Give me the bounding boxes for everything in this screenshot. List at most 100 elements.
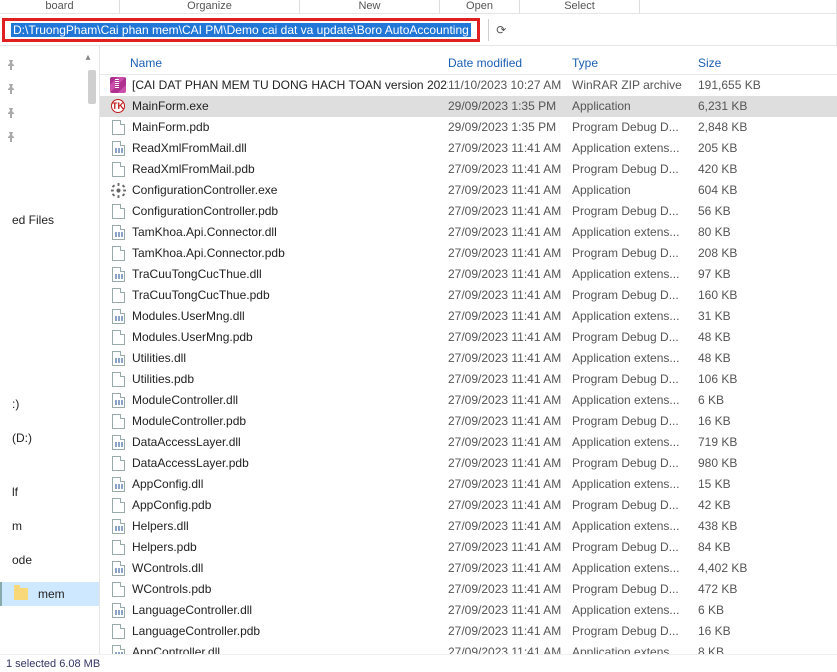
col-header-date[interactable]: Date modified <box>448 56 572 70</box>
ribbon-group-new: New <box>300 0 440 13</box>
file-size: 719 KB <box>698 435 837 449</box>
file-row[interactable]: Modules.UserMng.dll27/09/2023 11:41 AMAp… <box>100 306 837 327</box>
file-date: 27/09/2023 11:41 AM <box>448 540 572 554</box>
file-type: Application extens... <box>572 645 698 654</box>
file-size: 31 KB <box>698 309 837 323</box>
file-row[interactable]: LanguageController.pdb27/09/2023 11:41 A… <box>100 621 837 642</box>
scroll-up-icon[interactable]: ▴ <box>81 50 95 64</box>
file-icon <box>110 119 126 135</box>
file-type: Application extens... <box>572 603 698 617</box>
file-row[interactable]: AppConfig.dll27/09/2023 11:41 AMApplicat… <box>100 474 837 495</box>
file-type: Application extens... <box>572 477 698 491</box>
file-type: Application extens... <box>572 393 698 407</box>
file-row[interactable]: TraCuuTongCucThue.pdb27/09/2023 11:41 AM… <box>100 285 837 306</box>
file-name-cell: Modules.UserMng.pdb <box>100 329 448 345</box>
column-headers: Name Date modified Type Size <box>100 46 837 75</box>
file-type: Application extens... <box>572 225 698 239</box>
address-input[interactable]: D:\TruongPham\Cai phan mem\CAI PM\Demo c… <box>11 23 471 37</box>
quick-access-item[interactable] <box>0 100 99 124</box>
file-name-cell: WControls.pdb <box>100 581 448 597</box>
file-row[interactable]: DataAccessLayer.pdb27/09/2023 11:41 AMPr… <box>100 453 837 474</box>
file-date: 27/09/2023 11:41 AM <box>448 603 572 617</box>
file-date: 27/09/2023 11:41 AM <box>448 519 572 533</box>
file-row[interactable]: MainForm.pdb29/09/2023 1:35 PMProgram De… <box>100 117 837 138</box>
col-header-size[interactable]: Size <box>698 56 837 70</box>
file-name-cell: WControls.dll <box>100 560 448 576</box>
file-date: 27/09/2023 11:41 AM <box>448 372 572 386</box>
file-date: 27/09/2023 11:41 AM <box>448 246 572 260</box>
sidebar-item[interactable]: ode <box>0 548 99 572</box>
file-date: 27/09/2023 11:41 AM <box>448 225 572 239</box>
file-name-cell: [CAI DAT PHAN MEM TU DONG HACH TOAN vers… <box>100 77 448 93</box>
file-type: Program Debug D... <box>572 288 698 302</box>
file-row[interactable]: ModuleController.dll27/09/2023 11:41 AMA… <box>100 390 837 411</box>
file-date: 27/09/2023 11:41 AM <box>448 645 572 654</box>
file-row[interactable]: Modules.UserMng.pdb27/09/2023 11:41 AMPr… <box>100 327 837 348</box>
sidebar-item[interactable]: m <box>0 514 99 538</box>
file-name-cell: AppController.dll <box>100 644 448 654</box>
refresh-button[interactable]: ⟳ <box>488 19 514 41</box>
sidebar-item[interactable]: mem <box>0 582 99 606</box>
file-row[interactable]: WControls.dll27/09/2023 11:41 AMApplicat… <box>100 558 837 579</box>
file-size: 84 KB <box>698 540 837 554</box>
col-header-name[interactable]: Name <box>100 56 448 70</box>
dll-icon <box>110 434 126 450</box>
file-row[interactable]: ModuleController.pdb27/09/2023 11:41 AMP… <box>100 411 837 432</box>
file-date: 27/09/2023 11:41 AM <box>448 267 572 281</box>
sidebar-item-label: ed Files <box>12 213 54 227</box>
file-row[interactable]: AppConfig.pdb27/09/2023 11:41 AMProgram … <box>100 495 837 516</box>
file-date: 27/09/2023 11:41 AM <box>448 624 572 638</box>
file-row[interactable]: DataAccessLayer.dll27/09/2023 11:41 AMAp… <box>100 432 837 453</box>
file-date: 27/09/2023 11:41 AM <box>448 477 572 491</box>
file-row[interactable]: TKMainForm.exe29/09/2023 1:35 PMApplicat… <box>100 96 837 117</box>
file-icon <box>110 623 126 639</box>
quick-access-item[interactable] <box>0 124 99 148</box>
file-row[interactable]: ConfigurationController.pdb27/09/2023 11… <box>100 201 837 222</box>
file-row[interactable]: Helpers.pdb27/09/2023 11:41 AMProgram De… <box>100 537 837 558</box>
refresh-icon: ⟳ <box>496 23 506 37</box>
file-row[interactable]: Utilities.dll27/09/2023 11:41 AMApplicat… <box>100 348 837 369</box>
file-row[interactable]: TraCuuTongCucThue.dll27/09/2023 11:41 AM… <box>100 264 837 285</box>
quick-access-item[interactable] <box>0 76 99 100</box>
file-size: 48 KB <box>698 330 837 344</box>
file-name-cell: ModuleController.pdb <box>100 413 448 429</box>
file-icon <box>110 371 126 387</box>
file-name: MainForm.pdb <box>132 120 209 134</box>
file-row[interactable]: LanguageController.dll27/09/2023 11:41 A… <box>100 600 837 621</box>
scrollbar-thumb[interactable] <box>88 70 96 104</box>
file-row[interactable]: ReadXmlFromMail.dll27/09/2023 11:41 AMAp… <box>100 138 837 159</box>
file-type: Program Debug D... <box>572 456 698 470</box>
file-date: 27/09/2023 11:41 AM <box>448 330 572 344</box>
sidebar-item-label: lf <box>12 485 18 499</box>
sidebar-item[interactable]: lf <box>0 480 99 504</box>
file-type: Program Debug D... <box>572 582 698 596</box>
file-name-cell: AppConfig.dll <box>100 476 448 492</box>
pin-icon <box>6 59 16 69</box>
file-type: Program Debug D... <box>572 414 698 428</box>
file-row[interactable]: AppController.dll27/09/2023 11:41 AMAppl… <box>100 642 837 654</box>
file-type: Application extens... <box>572 435 698 449</box>
dll-icon <box>110 560 126 576</box>
file-name: Modules.UserMng.pdb <box>132 330 253 344</box>
pin-icon <box>6 131 16 141</box>
sidebar-item[interactable]: :) <box>0 392 99 416</box>
file-name-cell: TraCuuTongCucThue.dll <box>100 266 448 282</box>
file-row[interactable]: Helpers.dll27/09/2023 11:41 AMApplicatio… <box>100 516 837 537</box>
file-name-cell: Modules.UserMng.dll <box>100 308 448 324</box>
file-date: 29/09/2023 1:35 PM <box>448 120 572 134</box>
file-name-cell: TKMainForm.exe <box>100 98 448 114</box>
file-size: 16 KB <box>698 414 837 428</box>
file-row[interactable]: TamKhoa.Api.Connector.dll27/09/2023 11:4… <box>100 222 837 243</box>
file-row[interactable]: WControls.pdb27/09/2023 11:41 AMProgram … <box>100 579 837 600</box>
file-row[interactable]: ConfigurationController.exe27/09/2023 11… <box>100 180 837 201</box>
sidebar-item[interactable]: ed Files <box>0 208 99 232</box>
file-row[interactable]: ReadXmlFromMail.pdb27/09/2023 11:41 AMPr… <box>100 159 837 180</box>
col-header-type[interactable]: Type <box>572 56 698 70</box>
file-row[interactable]: Utilities.pdb27/09/2023 11:41 AMProgram … <box>100 369 837 390</box>
sidebar-item[interactable]: (D:) <box>0 426 99 450</box>
file-name: ReadXmlFromMail.pdb <box>132 162 255 176</box>
file-row[interactable]: TamKhoa.Api.Connector.pdb27/09/2023 11:4… <box>100 243 837 264</box>
file-date: 29/09/2023 1:35 PM <box>448 99 572 113</box>
file-row[interactable]: [CAI DAT PHAN MEM TU DONG HACH TOAN vers… <box>100 75 837 96</box>
file-type: Application extens... <box>572 561 698 575</box>
